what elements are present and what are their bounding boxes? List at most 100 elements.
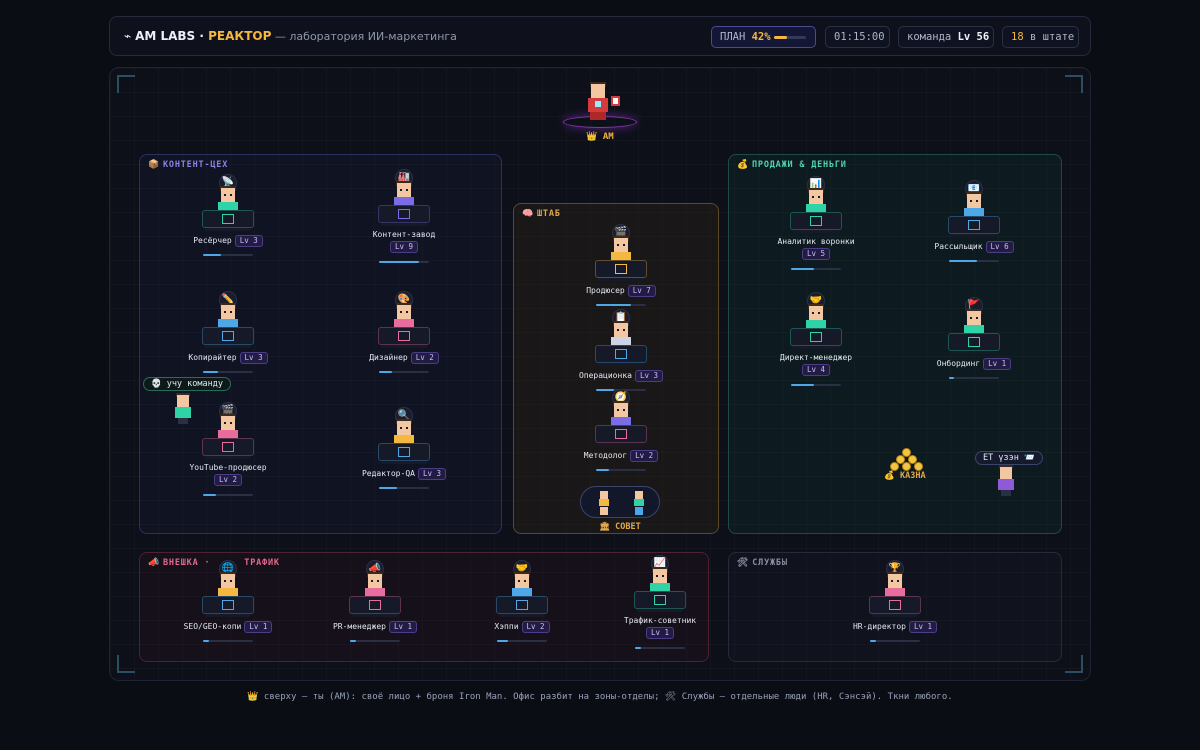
agent-xp-fill [379, 487, 397, 489]
agent-name-row: Директ-менеджер Lv 4 [761, 353, 871, 376]
boss-legs [590, 112, 606, 120]
agent-name: Хэппи [494, 622, 519, 631]
plan-label: ПЛАН [720, 31, 752, 43]
corner-bracket [1065, 655, 1083, 673]
agent-xp-fill [596, 469, 609, 471]
monitor-icon [615, 349, 627, 359]
agent-direct-manager[interactable]: 🤝 Директ-менеджер Lv 4 [761, 292, 871, 392]
agent-eye [623, 329, 625, 331]
agent-researcher[interactable]: 📡 Ресёрчер Lv 3 [173, 174, 283, 274]
zone-title: 💰 ПРОДАЖИ & ДЕНЬГИ [737, 160, 847, 170]
council-member-body [634, 499, 644, 506]
zone-title-text: ШТАБ [537, 209, 561, 219]
agent-xp-fill [497, 640, 508, 642]
agent-eye [371, 580, 373, 582]
brand: ⌁ AM LABS · РЕАКТОР — лаборатория ИИ-мар… [124, 29, 457, 43]
zone-title: 🛠 СЛУЖБЫ [737, 558, 788, 568]
agent-name-row: HR-директор Lv 1 [840, 621, 950, 633]
agent-eye [224, 580, 226, 582]
agent-designer[interactable]: 🎨 Дизайнер Lv 2 [349, 291, 459, 391]
megaphone-icon: 📣 [148, 558, 161, 568]
agent-name: Аналитик воронки [777, 237, 855, 246]
agent-eye [406, 189, 408, 191]
staff-pill[interactable]: 18 в штате [1002, 26, 1079, 48]
agent-level-badge: Lv 3 [234, 235, 263, 247]
monitor-icon [810, 216, 822, 226]
agent-xp-fill [596, 304, 631, 306]
boss-avatar-am[interactable]: 👑 AM [550, 76, 650, 151]
office-floor: 👑 AM 📦 КОНТЕНТ-ЦЕХ 🧠 ШТАБ 💰 ПРОДАЖИ & ДЕНЬГ… [109, 67, 1091, 681]
agent-level-badge: Lv 1 [908, 621, 938, 633]
plan-pill[interactable]: ПЛАН 42% [711, 26, 816, 48]
agent-content-factory[interactable]: 🏭 Контент-завод Lv 9 [349, 169, 459, 269]
agent-eye [377, 580, 379, 582]
agent-name: Копирайтер [188, 353, 237, 362]
corner-bracket [117, 655, 135, 673]
agent-traffic-advisor[interactable]: 📈 Трафик-советник Lv 1 [605, 555, 715, 655]
agent-name: Методолог [583, 451, 628, 460]
agent-xp-bar [949, 260, 999, 262]
footer-hint: 👑 сверху — ты (AM): своё лицо + броня Ir… [247, 692, 953, 702]
zone-title-text: ПРОДАЖИ & ДЕНЬГИ [752, 160, 847, 170]
staff-count: 18 [1011, 31, 1024, 43]
agent-xp-bar [203, 254, 253, 256]
agent-editor[interactable]: 🔍 Редактор-QA Lv 3 [349, 407, 459, 507]
timer-value: 01:15:00 [834, 31, 885, 43]
agent-methodologist[interactable]: 🧭 Методолог Lv 2 [566, 389, 676, 489]
agent-name: Операционка [578, 371, 632, 380]
agent-onboarding[interactable]: 🚩 Онбординг Lv 1 [919, 297, 1029, 397]
agent-hr[interactable]: 🏆 HR-директор Lv 1 [840, 560, 950, 660]
agent-mailer[interactable]: 📧 Рассыльщик Lv 6 [919, 180, 1029, 280]
monitor-icon [615, 264, 627, 274]
agent-name-row: Трафик-советник Lv 1 [605, 616, 715, 639]
walker-head [1000, 467, 1012, 479]
staff-label: в штате [1023, 31, 1075, 43]
monitor-icon [810, 332, 822, 342]
agent-xp-fill [949, 377, 954, 379]
timer-pill[interactable]: 01:15:00 [825, 26, 890, 48]
walker-body [998, 479, 1014, 490]
agent-eye [230, 194, 232, 196]
agent-eye [400, 427, 402, 429]
agent-name: Контент-завод [372, 230, 436, 239]
agent-level-badge: Lv 2 [410, 352, 439, 364]
monitor-icon [615, 429, 627, 439]
agent-copywriter[interactable]: ✏️ Копирайтер Lv 3 [173, 291, 283, 391]
agent-eye [656, 575, 658, 577]
council-member [635, 491, 643, 499]
council-table[interactable] [580, 486, 660, 518]
agent-name: Дизайнер [369, 353, 408, 362]
agent-pr[interactable]: 📣 PR-менеджер Lv 1 [320, 560, 430, 660]
agent-name: Продюсер [586, 286, 625, 295]
agent-eye [812, 312, 814, 314]
monitor-icon [398, 209, 410, 219]
agent-xp-fill [635, 647, 641, 649]
corner-bracket [1065, 75, 1083, 93]
boss-head [591, 84, 605, 98]
agent-seo[interactable]: 🌐 SEO/GEO-копи Lv 1 [173, 560, 283, 660]
agent-name: Трафик-советник [623, 616, 697, 625]
agent-xp-bar [379, 261, 429, 263]
walking-sensei[interactable] [997, 465, 1015, 497]
agent-xp-bar [635, 647, 685, 649]
agent-xp-bar [596, 304, 646, 306]
agent-name-row: Рассыльщик Lv 6 [919, 241, 1029, 253]
walking-learner[interactable] [174, 393, 192, 425]
brand-accent: РЕАКТОР [208, 29, 272, 43]
agent-happy[interactable]: 🤝 Хэппи Lv 2 [467, 560, 577, 660]
team-level-pill[interactable]: команда Lv 56 [898, 26, 994, 48]
agent-xp-fill [203, 371, 218, 373]
walker-legs [1001, 490, 1011, 496]
agent-level-badge: Lv 1 [388, 621, 418, 633]
agent-funnel-analyst[interactable]: 📊 Аналитик воронки Lv 5 [761, 176, 871, 276]
agent-name: Онбординг [936, 359, 981, 368]
agent-xp-bar [203, 640, 253, 642]
agent-name-row: Методолог Lv 2 [566, 450, 676, 462]
agent-xp-bar [203, 371, 253, 373]
agent-eye [623, 244, 625, 246]
agent-xp-fill [203, 254, 221, 256]
agent-eye [518, 580, 520, 582]
agent-eye [224, 422, 226, 424]
agent-level-badge: Lv 1 [645, 627, 675, 639]
zone-title-text: КОНТЕНТ-ЦЕХ [163, 160, 229, 170]
